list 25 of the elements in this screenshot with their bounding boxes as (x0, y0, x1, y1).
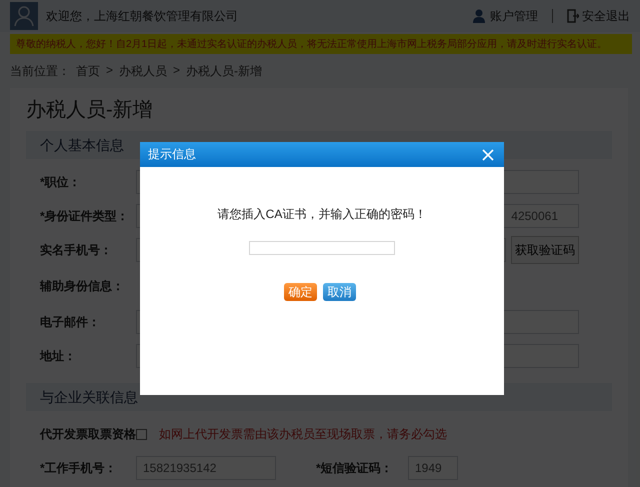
breadcrumb-link[interactable]: 办税人员-新增 (186, 63, 262, 80)
breadcrumb-link[interactable]: 办税人员 (119, 63, 168, 80)
breadcrumb-separator: > (106, 63, 114, 79)
breadcrumb-separator: > (173, 63, 180, 79)
close-button[interactable] (482, 148, 494, 160)
welcome-text: 欢迎您，上海红朝餐饮管理有限公司 (46, 8, 238, 24)
field-label: *职位： (40, 174, 82, 190)
confirm-button[interactable]: 确定 (284, 283, 317, 301)
breadcrumb-label: 当前位置： (10, 63, 70, 80)
close-icon (482, 148, 494, 160)
dialog-message: 请您插入CA证书，并输入正确的密码！ (218, 206, 426, 223)
field-label: 辅助身份信息： (40, 278, 125, 294)
field-label: 电子邮件： (40, 314, 101, 330)
password-field[interactable] (249, 241, 395, 255)
cancel-button[interactable]: 取消 (323, 283, 356, 301)
field-label: 代开发票取票资格 (40, 426, 136, 442)
dialog-title: 提示信息 (148, 146, 196, 163)
field-label: *身份证件类型： (40, 208, 130, 224)
field-label: 地址： (40, 348, 77, 364)
field-label: *短信验证码： (316, 460, 394, 476)
hint-text: 如网上代开发票需由该办税员至现场取票，请务必勾选 (159, 426, 447, 442)
field-label: *工作手机号： (40, 460, 118, 476)
page-title: 办税人员-新增 (26, 98, 154, 123)
breadcrumb-link[interactable]: 首页 (76, 63, 100, 80)
field-label: 实名手机号： (40, 242, 113, 258)
